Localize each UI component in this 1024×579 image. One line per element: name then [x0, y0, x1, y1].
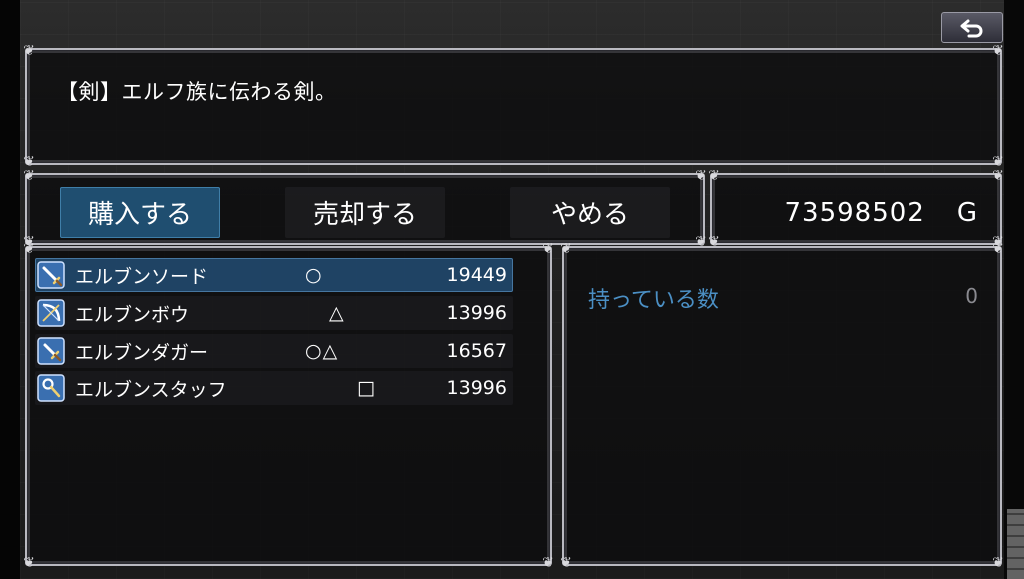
- corner-ornament: ❦: [560, 241, 572, 257]
- item-row-elven-dagger[interactable]: エルブンダガー ○△ 16567: [35, 334, 513, 368]
- corner-ornament: ❦: [23, 555, 35, 571]
- gold-amount: 73598502: [784, 197, 925, 228]
- bow-icon: [37, 299, 65, 327]
- corner-ornament: ❦: [992, 241, 1004, 257]
- corner-ornament: ❦: [23, 43, 35, 59]
- corner-ornament: ❦: [992, 555, 1004, 571]
- item-equip-mark: △: [329, 302, 345, 324]
- return-arrow-icon: [960, 19, 983, 37]
- staff-icon: [37, 374, 65, 402]
- item-row-elven-bow[interactable]: エルブンボウ △ 13996: [35, 296, 513, 330]
- item-price: 13996: [446, 302, 507, 324]
- buy-command[interactable]: 購入する: [60, 187, 220, 238]
- wall-bricks: [1007, 509, 1024, 579]
- gold-window: ❦ ❦ ❦ ❦ 73598502 G: [708, 169, 1004, 249]
- left-letterbox: [0, 0, 20, 579]
- item-name: エルブンボウ: [75, 303, 190, 326]
- corner-ornament: ❦: [23, 168, 35, 184]
- cancel-command[interactable]: やめる: [510, 187, 670, 238]
- corner-ornament: ❦: [542, 241, 554, 257]
- item-price: 16567: [446, 340, 507, 362]
- item-name: エルブンスタッフ: [75, 378, 227, 401]
- item-price: 13996: [446, 377, 507, 399]
- command-window: ❦ ❦ ❦ ❦ 購入する 売却する やめる: [23, 169, 707, 249]
- item-equip-mark: □: [357, 377, 376, 399]
- item-description: 【剣】エルフ族に伝わる剣。: [57, 80, 337, 104]
- item-price: 19449: [446, 264, 507, 286]
- gold-unit: G: [956, 197, 978, 228]
- dagger-icon: [37, 337, 65, 365]
- gold-display: 73598502 G: [785, 187, 979, 238]
- item-name: エルブンダガー: [75, 341, 209, 364]
- corner-ornament: ❦: [23, 241, 35, 257]
- corner-ornament: ❦: [23, 154, 35, 170]
- item-equip-mark: ○: [305, 264, 323, 286]
- item-row-elven-staff[interactable]: エルブンスタッフ □ 13996: [35, 371, 513, 405]
- help-window: ❦ ❦ ❦ ❦ 【剣】エルフ族に伝わる剣。: [23, 44, 1004, 169]
- corner-ornament: ❦: [695, 168, 707, 184]
- status-window: ❦ ❦ ❦ ❦ 持っている数 0: [560, 242, 1004, 570]
- item-name: エルブンソード: [75, 265, 209, 288]
- corner-ornament: ❦: [708, 168, 720, 184]
- corner-ornament: ❦: [992, 43, 1004, 59]
- possession-count: 0: [965, 284, 978, 308]
- corner-ornament: ❦: [542, 555, 554, 571]
- possession-label: 持っている数: [588, 288, 719, 313]
- item-list-window: ❦ ❦ ❦ ❦ エルブンソード ○ 19449 エルブンボウ △ 13996 エ…: [23, 242, 554, 570]
- corner-ornament: ❦: [560, 555, 572, 571]
- back-button[interactable]: [941, 12, 1003, 43]
- sell-command[interactable]: 売却する: [285, 187, 445, 238]
- item-equip-mark: ○△: [305, 340, 339, 362]
- item-row-elven-sword[interactable]: エルブンソード ○ 19449: [35, 258, 513, 292]
- right-letterbox: [1004, 0, 1024, 579]
- sword-icon: [37, 261, 65, 289]
- corner-ornament: ❦: [992, 168, 1004, 184]
- corner-ornament: ❦: [992, 154, 1004, 170]
